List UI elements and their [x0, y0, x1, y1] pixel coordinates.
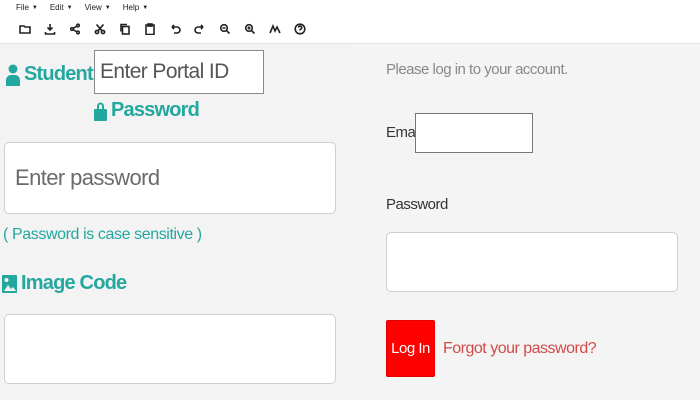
image-icon — [2, 274, 17, 293]
menu-file[interactable]: File ▼ — [16, 3, 38, 12]
password-label-text: Password — [111, 99, 200, 121]
zoom-out-icon[interactable] — [216, 20, 233, 37]
caret-down-icon: ▼ — [31, 4, 38, 11]
app-toolbar: File ▼ Edit ▼ View ▼ Help ▼ — [0, 0, 700, 44]
cut-icon[interactable] — [91, 20, 108, 37]
menu-help-label: Help — [122, 3, 140, 12]
login-button[interactable]: Log In — [386, 320, 435, 377]
menu-view[interactable]: View ▼ — [85, 3, 111, 12]
redo-icon[interactable] — [191, 20, 208, 37]
password-case-note: ( Password is case sensitive ) — [3, 226, 202, 243]
user-icon — [6, 64, 20, 86]
image-code-label: Image Code — [2, 272, 127, 295]
undo-icon[interactable] — [166, 20, 183, 37]
caret-down-icon: ▼ — [66, 4, 73, 11]
paste-icon[interactable] — [141, 20, 158, 37]
right-password-input[interactable] — [386, 232, 678, 292]
download-icon[interactable] — [41, 20, 58, 37]
copy-icon[interactable] — [116, 20, 133, 37]
student-portal-login-panel: Student ID Password ( Password is case s… — [0, 44, 350, 400]
share-icon[interactable] — [66, 20, 83, 37]
icon-toolbar — [16, 20, 308, 37]
lock-icon — [94, 102, 107, 121]
login-intro-text: Please log in to your account. — [386, 61, 568, 78]
menu-edit[interactable]: Edit ▼ — [50, 3, 73, 12]
draw-icon[interactable] — [266, 20, 283, 37]
right-password-label: Password — [386, 196, 448, 213]
menu-help[interactable]: Help ▼ — [123, 3, 148, 12]
password-label: Password — [94, 99, 200, 122]
password-input[interactable] — [4, 142, 336, 214]
menu-file-label: File — [16, 3, 29, 12]
email-input[interactable] — [415, 113, 533, 153]
account-login-panel: Please log in to your account. Email Pas… — [350, 44, 700, 400]
menubar: File ▼ Edit ▼ View ▼ Help ▼ — [16, 3, 148, 12]
image-code-input[interactable] — [4, 314, 336, 384]
forgot-password-link[interactable]: Forgot your password? — [443, 340, 597, 358]
portal-id-input[interactable] — [94, 50, 264, 94]
caret-down-icon: ▼ — [142, 4, 149, 11]
image-code-label-text: Image Code — [21, 272, 127, 294]
menu-view-label: View — [84, 3, 102, 12]
zoom-in-icon[interactable] — [241, 20, 258, 37]
caret-down-icon: ▼ — [104, 4, 111, 11]
menu-edit-label: Edit — [49, 3, 64, 12]
folder-icon[interactable] — [16, 20, 33, 37]
help-icon[interactable] — [291, 20, 308, 37]
